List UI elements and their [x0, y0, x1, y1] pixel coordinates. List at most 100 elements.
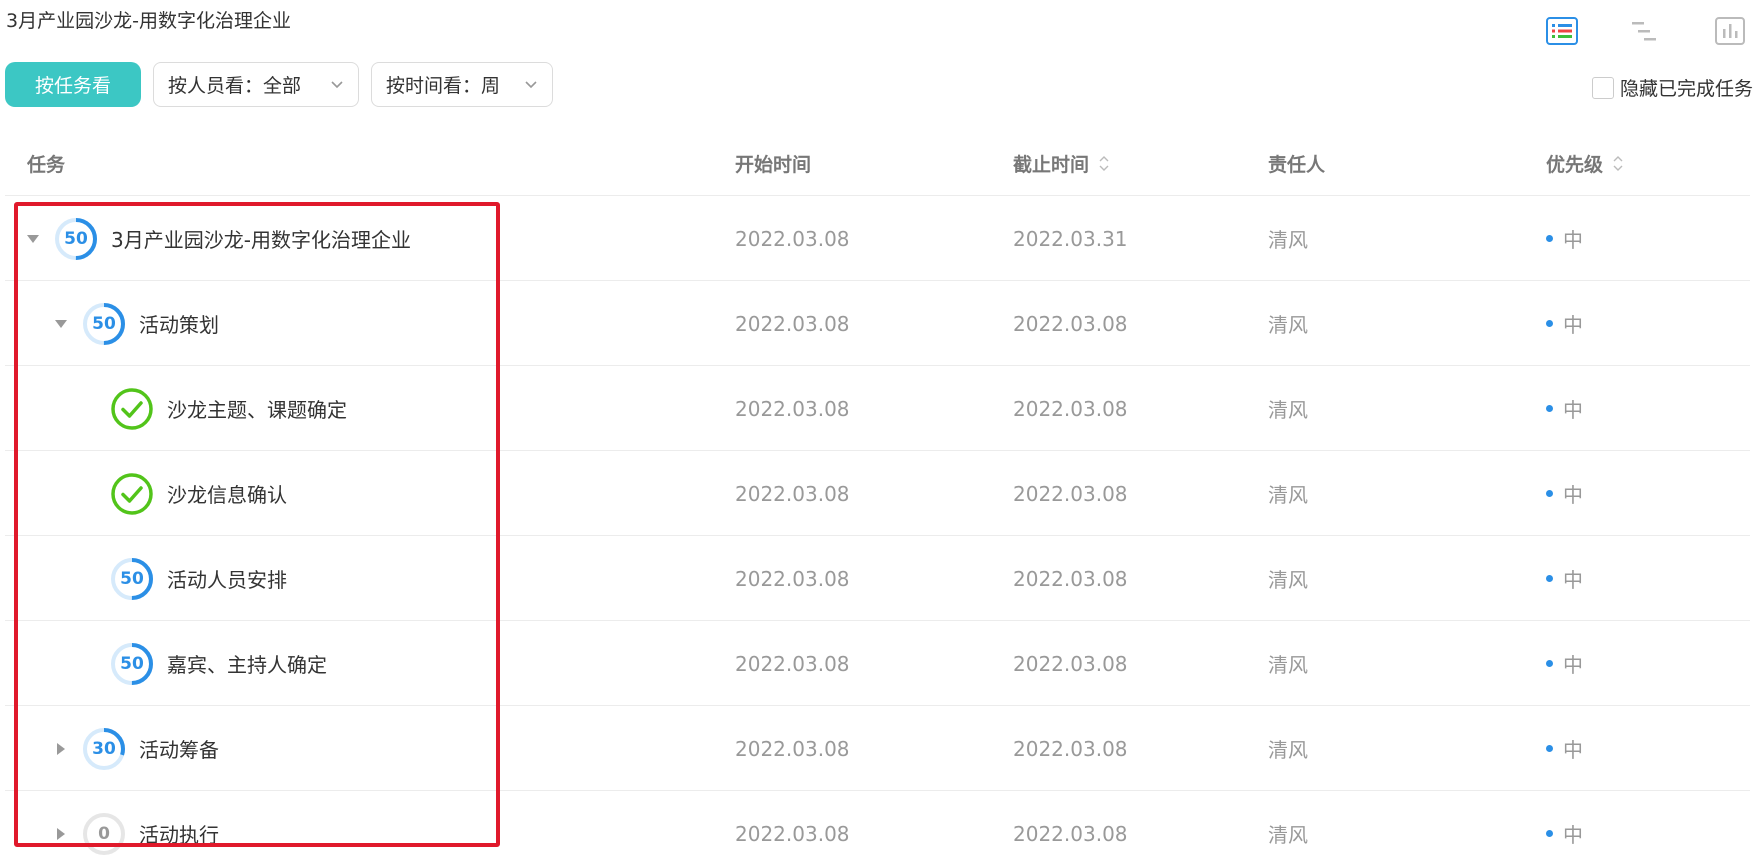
priority: 中 — [1546, 536, 1583, 621]
task-name[interactable]: 活动筹备 — [139, 734, 219, 763]
priority-label: 中 — [1563, 228, 1583, 252]
task-cell[interactable]: 30 活动筹备 — [53, 706, 219, 791]
task-cell[interactable]: 沙龙信息确认 — [81, 451, 287, 536]
priority: 中 — [1546, 706, 1583, 791]
gantt-view-button[interactable] — [1627, 14, 1661, 48]
header-priority[interactable]: 优先级 — [1546, 130, 1623, 196]
header-end-time[interactable]: 截止时间 — [1013, 130, 1109, 196]
task-name[interactable]: 活动执行 — [139, 819, 219, 848]
priority: 中 — [1546, 281, 1583, 366]
table-row[interactable]: 50 活动策划 2022.03.08 2022.03.08 清风 中 — [5, 281, 1750, 366]
caret-down-icon[interactable] — [25, 231, 41, 247]
table-row[interactable]: 沙龙信息确认 2022.03.08 2022.03.08 清风 中 — [5, 451, 1750, 536]
task-name[interactable]: 活动人员安排 — [167, 564, 287, 593]
task-cell[interactable]: 50 活动人员安排 — [81, 536, 287, 621]
priority-dot-icon — [1546, 490, 1553, 497]
start-date: 2022.03.08 — [735, 736, 850, 761]
caret-right-icon[interactable] — [53, 741, 69, 757]
status-indicator[interactable]: 30 — [81, 726, 127, 772]
end-date: 2022.03.08 — [1013, 396, 1128, 421]
task-cell[interactable]: 50 嘉宾、主持人确定 — [81, 621, 327, 706]
task-name[interactable]: 活动策划 — [139, 309, 219, 338]
task-name[interactable]: 沙龙信息确认 — [167, 479, 287, 508]
start-date: 2022.03.08 — [735, 481, 850, 506]
end-date: 2022.03.08 — [1013, 481, 1128, 506]
priority-label: 中 — [1563, 398, 1583, 422]
task-name[interactable]: 沙龙主题、课题确定 — [167, 394, 347, 423]
table-row[interactable]: 30 活动筹备 2022.03.08 2022.03.08 清风 中 — [5, 706, 1750, 791]
check-circle-icon — [111, 387, 153, 430]
sort-icon[interactable] — [1099, 155, 1109, 171]
priority-label: 中 — [1563, 568, 1583, 592]
stats-view-icon — [1715, 17, 1745, 45]
priority-dot-icon — [1546, 575, 1553, 582]
hide-completed-toggle[interactable]: 隐藏已完成任务 — [1591, 74, 1753, 101]
task-cell[interactable]: 50 3月产业园沙龙-用数字化治理企业 — [25, 196, 411, 281]
caret-right-icon[interactable] — [53, 826, 69, 842]
header-owner: 责任人 — [1268, 153, 1326, 176]
start-date: 2022.03.08 — [735, 651, 850, 676]
priority-dot-icon — [1546, 235, 1553, 242]
priority-dot-icon — [1546, 320, 1553, 327]
start-date: 2022.03.08 — [735, 566, 850, 591]
table-row[interactable]: 50 嘉宾、主持人确定 2022.03.08 2022.03.08 清风 中 — [5, 621, 1750, 706]
task-cell[interactable]: 0 活动执行 — [53, 791, 219, 855]
owner: 清风 — [1268, 653, 1308, 677]
status-indicator[interactable] — [109, 386, 155, 432]
sort-icon[interactable] — [1613, 155, 1623, 171]
task-table: 任务 开始时间 截止时间 责任人 优先级 50 3月产业园沙龙-用数字化治理企业 2… — [5, 130, 1750, 855]
table-row[interactable]: 50 3月产业园沙龙-用数字化治理企业 2022.03.08 2022.03.31 清风… — [5, 196, 1750, 281]
status-indicator[interactable] — [109, 471, 155, 517]
task-cell[interactable]: 沙龙主题、课题确定 — [81, 366, 347, 451]
priority: 中 — [1546, 196, 1583, 281]
start-date: 2022.03.08 — [735, 226, 850, 251]
priority-label: 中 — [1563, 483, 1583, 507]
table-row[interactable]: 50 活动人员安排 2022.03.08 2022.03.08 清风 中 — [5, 536, 1750, 621]
status-indicator[interactable]: 50 — [53, 216, 99, 262]
table-body: 50 3月产业园沙龙-用数字化治理企业 2022.03.08 2022.03.31 清风… — [5, 196, 1750, 855]
owner: 清风 — [1268, 483, 1308, 507]
owner: 清风 — [1268, 738, 1308, 762]
by-person-label: 按人员看：全部 — [168, 75, 302, 97]
priority: 中 — [1546, 366, 1583, 451]
by-task-button[interactable]: 按任务看 — [5, 62, 141, 107]
page-title: 3月产业园沙龙-用数字化治理企业 — [6, 10, 291, 32]
caret-down-icon[interactable] — [53, 316, 69, 332]
end-date: 2022.03.08 — [1013, 566, 1128, 591]
progress-value: 50 — [120, 568, 144, 589]
status-indicator[interactable]: 0 — [81, 811, 127, 855]
by-time-select[interactable]: 按时间看：周 — [371, 62, 553, 107]
list-view-button[interactable] — [1545, 14, 1579, 48]
gantt-view-icon — [1632, 22, 1656, 41]
progress-value: 50 — [64, 228, 88, 249]
end-date: 2022.03.08 — [1013, 736, 1128, 761]
status-indicator[interactable]: 50 — [109, 641, 155, 687]
progress-value: 50 — [120, 653, 144, 674]
priority-label: 中 — [1563, 653, 1583, 677]
table-row[interactable]: 0 活动执行 2022.03.08 2022.03.08 清风 中 — [5, 791, 1750, 855]
status-indicator[interactable]: 50 — [81, 301, 127, 347]
task-name[interactable]: 嘉宾、主持人确定 — [167, 649, 327, 678]
table-header: 任务 开始时间 截止时间 责任人 优先级 — [5, 130, 1750, 196]
end-date: 2022.03.08 — [1013, 651, 1128, 676]
priority-dot-icon — [1546, 745, 1553, 752]
header-task: 任务 — [27, 153, 66, 176]
owner: 清风 — [1268, 228, 1308, 252]
priority: 中 — [1546, 791, 1583, 855]
table-row[interactable]: 沙龙主题、课题确定 2022.03.08 2022.03.08 清风 中 — [5, 366, 1750, 451]
start-date: 2022.03.08 — [735, 311, 850, 336]
hide-completed-label: 隐藏已完成任务 — [1619, 78, 1753, 100]
end-date: 2022.03.08 — [1013, 821, 1128, 846]
status-indicator[interactable]: 50 — [109, 556, 155, 602]
progress-value: 0 — [98, 823, 110, 844]
hide-completed-checkbox[interactable] — [1591, 76, 1614, 99]
start-date: 2022.03.08 — [735, 821, 850, 846]
task-cell[interactable]: 50 活动策划 — [53, 281, 219, 366]
by-person-select[interactable]: 按人员看：全部 — [153, 62, 359, 107]
priority-dot-icon — [1546, 830, 1553, 837]
stats-view-button[interactable] — [1713, 14, 1747, 48]
owner: 清风 — [1268, 398, 1308, 422]
end-date: 2022.03.08 — [1013, 311, 1128, 336]
list-view-icon — [1546, 17, 1578, 45]
task-name[interactable]: 3月产业园沙龙-用数字化治理企业 — [111, 224, 411, 253]
